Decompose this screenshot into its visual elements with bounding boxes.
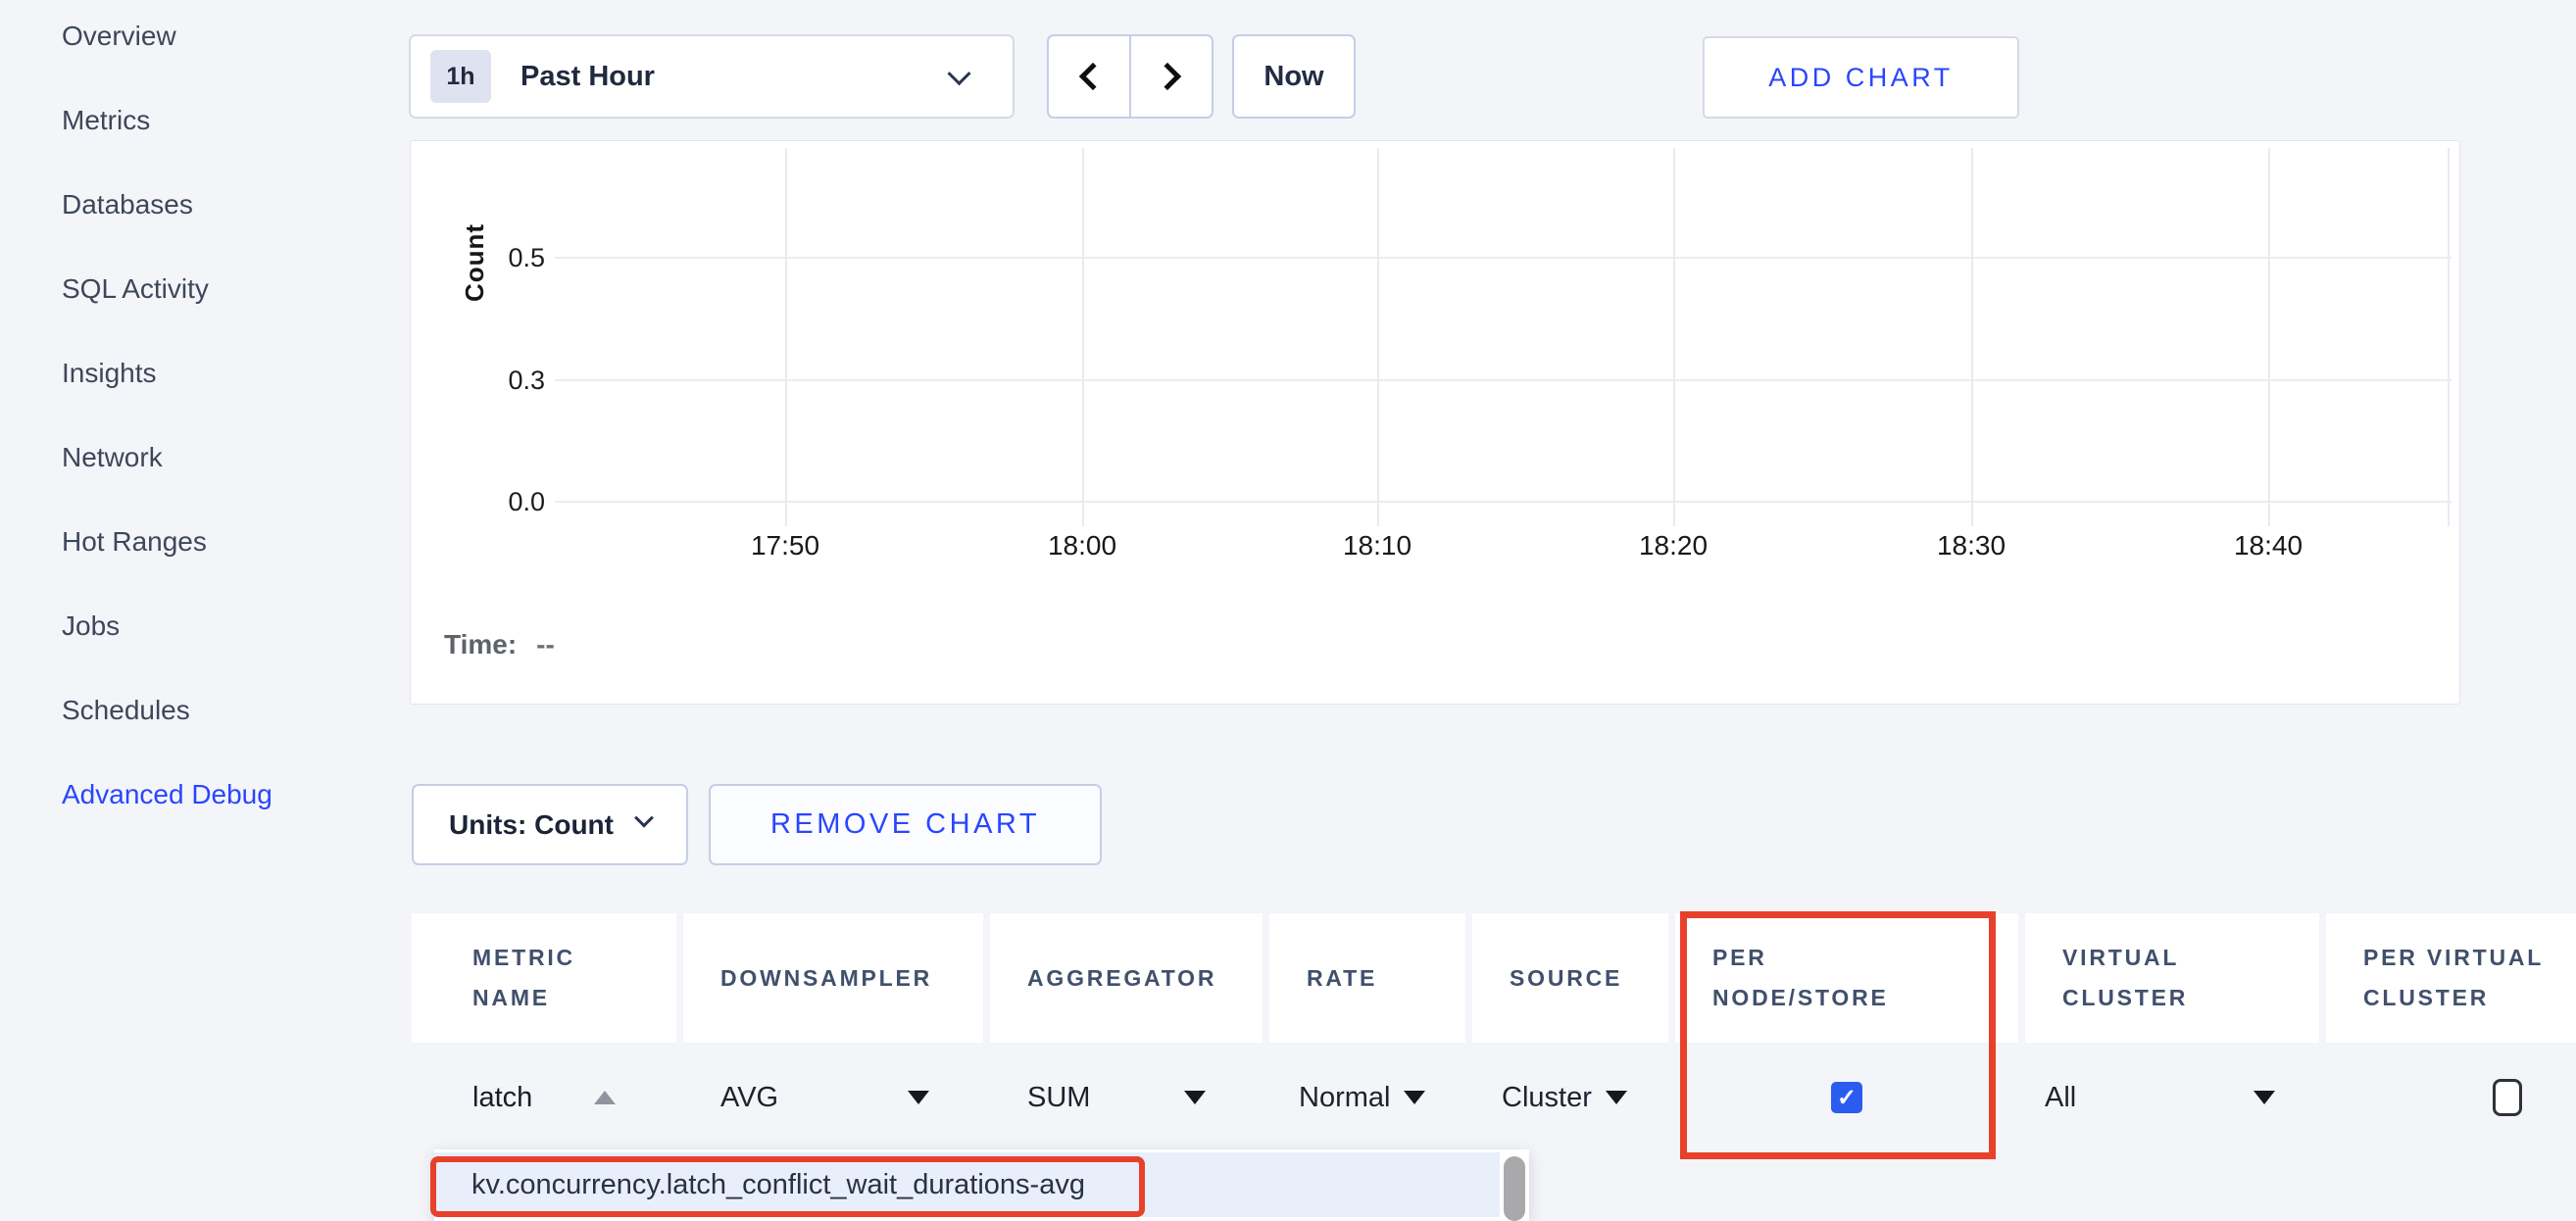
aggregator-value: SUM bbox=[1027, 1082, 1090, 1114]
column-header-metric-name: METRIC NAME bbox=[412, 913, 676, 1043]
sidebar-item-advanced-debug[interactable]: Advanced Debug bbox=[62, 753, 272, 837]
sidebar-item-hot-ranges[interactable]: Hot Ranges bbox=[62, 500, 272, 584]
column-header-per-node-store: PER NODE/STORE bbox=[1675, 913, 2018, 1043]
sidebar-item-sql-activity[interactable]: SQL Activity bbox=[62, 247, 272, 331]
aggregator-select[interactable]: SUM bbox=[990, 1043, 1263, 1152]
rate-select[interactable]: Normal bbox=[1269, 1043, 1465, 1152]
downsampler-select[interactable]: AVG bbox=[683, 1043, 983, 1152]
time-step-buttons bbox=[1047, 34, 1214, 119]
now-button[interactable]: Now bbox=[1232, 34, 1356, 119]
caret-down-icon bbox=[1606, 1091, 1627, 1104]
next-range-button[interactable] bbox=[1129, 34, 1214, 119]
caret-down-icon bbox=[1184, 1091, 1206, 1104]
x-tick: 18:30 bbox=[1903, 530, 2040, 562]
units-select-label: Units: Count bbox=[449, 809, 614, 841]
column-header-downsampler: DOWNSAMPLER bbox=[683, 913, 983, 1043]
x-tick: 18:10 bbox=[1309, 530, 1446, 562]
virtual-cluster-select[interactable]: All bbox=[2025, 1043, 2319, 1152]
rate-value: Normal bbox=[1299, 1082, 1390, 1114]
column-header-aggregator: AGGREGATOR bbox=[990, 913, 1263, 1043]
source-value: Cluster bbox=[1502, 1082, 1592, 1114]
source-select[interactable]: Cluster bbox=[1472, 1043, 1668, 1152]
dropdown-scrollbar bbox=[1500, 1149, 1529, 1221]
metric-name-cell bbox=[412, 1043, 676, 1152]
hover-time-value: -- bbox=[536, 629, 555, 660]
column-header-per-virtual-cluster: PER VIRTUAL CLUSTER bbox=[2326, 913, 2576, 1043]
per-node-store-cell: ✓ bbox=[1675, 1043, 2018, 1152]
downsampler-value: AVG bbox=[720, 1082, 778, 1114]
column-header-virtual-cluster: VIRTUAL CLUSTER bbox=[2025, 913, 2319, 1043]
caret-up-icon bbox=[594, 1091, 616, 1104]
sidebar-item-network[interactable]: Network bbox=[62, 415, 272, 500]
chevron-left-icon bbox=[1079, 63, 1107, 90]
remove-chart-button[interactable]: REMOVE CHART bbox=[709, 784, 1102, 865]
chevron-down-icon bbox=[634, 807, 654, 827]
sidebar-item-schedules[interactable]: Schedules bbox=[62, 668, 272, 753]
sidebar-item-jobs[interactable]: Jobs bbox=[62, 584, 272, 668]
x-tick: 18:00 bbox=[1014, 530, 1151, 562]
time-range-select[interactable]: 1h Past Hour bbox=[409, 34, 1015, 119]
x-tick: 18:40 bbox=[2200, 530, 2337, 562]
per-virtual-cluster-cell bbox=[2326, 1043, 2576, 1152]
metric-options-table: METRIC NAME DOWNSAMPLER AGGREGATOR RATE … bbox=[412, 913, 2576, 1152]
column-header-source: SOURCE bbox=[1472, 913, 1668, 1043]
metric-name-input[interactable] bbox=[472, 1082, 590, 1114]
caret-down-icon bbox=[2254, 1091, 2275, 1104]
time-range-label: Past Hour bbox=[520, 61, 655, 93]
column-header-rate: RATE bbox=[1269, 913, 1465, 1043]
per-node-store-checkbox-checked[interactable]: ✓ bbox=[1831, 1082, 1862, 1113]
checkmark-icon: ✓ bbox=[1837, 1084, 1857, 1112]
y-tick-0-0: 0.0 bbox=[465, 485, 545, 518]
add-chart-button[interactable]: ADD CHART bbox=[1703, 36, 2019, 119]
caret-down-icon bbox=[908, 1091, 929, 1104]
sidebar-item-insights[interactable]: Insights bbox=[62, 331, 272, 415]
chart-plot-area[interactable] bbox=[555, 148, 2452, 526]
sidebar-item-metrics[interactable]: Metrics bbox=[62, 78, 272, 163]
advanced-debug-custom-chart-page: Overview Metrics Databases SQL Activity … bbox=[0, 0, 2576, 1221]
prev-range-button[interactable] bbox=[1047, 34, 1131, 119]
scrollbar-thumb[interactable] bbox=[1504, 1156, 1525, 1221]
hover-readout: Time: -- bbox=[444, 629, 555, 660]
caret-down-icon bbox=[1404, 1091, 1425, 1104]
x-tick: 17:50 bbox=[717, 530, 854, 562]
hover-time-label: Time: bbox=[444, 629, 517, 660]
sidebar-item-overview[interactable]: Overview bbox=[62, 0, 272, 78]
per-virtual-cluster-checkbox-unchecked[interactable] bbox=[2493, 1079, 2522, 1116]
units-select[interactable]: Units: Count bbox=[412, 784, 688, 865]
sidebar: Overview Metrics Databases SQL Activity … bbox=[62, 0, 272, 837]
y-tick-0-5: 0.5 bbox=[465, 241, 545, 274]
chevron-right-icon bbox=[1154, 63, 1181, 90]
custom-chart-card: Count 0.5 0.3 0.0 17:50 18:00 18:10 18:2… bbox=[410, 140, 2460, 705]
time-range-badge: 1h bbox=[430, 50, 491, 103]
x-tick: 18:20 bbox=[1605, 530, 1742, 562]
virtual-cluster-value: All bbox=[2045, 1082, 2076, 1114]
metric-suggestions-dropdown: kv.concurrency.latch_conflict_wait_durat… bbox=[434, 1149, 1529, 1221]
y-tick-0-3: 0.3 bbox=[465, 364, 545, 397]
chevron-down-icon bbox=[947, 62, 970, 85]
metric-suggestion-item[interactable]: kv.concurrency.latch_conflict_wait_durat… bbox=[434, 1152, 1500, 1217]
sidebar-item-databases[interactable]: Databases bbox=[62, 163, 272, 247]
